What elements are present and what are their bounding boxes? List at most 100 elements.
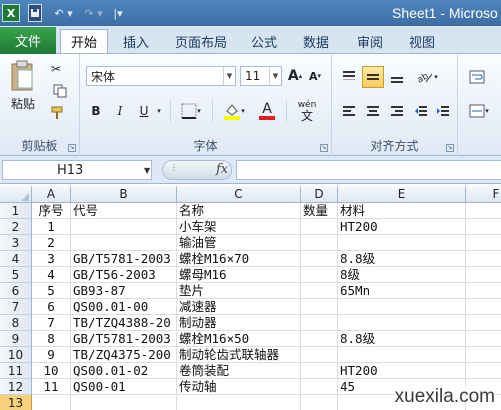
cell-c[interactable]: 卷筒装配 bbox=[177, 363, 301, 379]
orientation-icon[interactable]: ab ▾ bbox=[412, 66, 442, 88]
underline-button[interactable]: U bbox=[134, 100, 154, 122]
cell-f[interactable] bbox=[466, 363, 501, 379]
borders-icon[interactable]: ▾ bbox=[176, 100, 206, 122]
row-header[interactable]: 4 bbox=[0, 251, 32, 267]
cell-d[interactable] bbox=[301, 331, 338, 347]
cell-c[interactable]: 减速器 bbox=[177, 299, 301, 315]
cell-a[interactable]: 序号 bbox=[32, 203, 71, 219]
cell-b[interactable] bbox=[71, 395, 177, 410]
cell-b[interactable] bbox=[71, 219, 177, 235]
grow-font-icon[interactable]: A ▴ bbox=[286, 66, 304, 86]
cell-d[interactable] bbox=[301, 267, 338, 283]
merge-center-icon[interactable]: ▾ bbox=[464, 100, 494, 122]
cell-a[interactable]: 6 bbox=[32, 299, 71, 315]
select-all-button[interactable] bbox=[0, 186, 32, 203]
cell-d[interactable] bbox=[301, 363, 338, 379]
cell-a[interactable]: 5 bbox=[32, 283, 71, 299]
excel-logo-icon[interactable]: X bbox=[2, 4, 20, 22]
undo-dropdown-icon[interactable]: ▾ bbox=[66, 4, 74, 22]
font-color-icon[interactable]: A bbox=[252, 100, 282, 122]
format-painter-icon[interactable] bbox=[46, 104, 68, 122]
cell-f[interactable] bbox=[466, 299, 501, 315]
fill-color-icon[interactable]: ▾ bbox=[218, 100, 250, 122]
cell-e[interactable]: HT200 bbox=[338, 219, 466, 235]
bold-button[interactable]: B bbox=[86, 100, 106, 122]
italic-button[interactable]: I bbox=[110, 100, 130, 122]
cell-d[interactable]: 数量 bbox=[301, 203, 338, 219]
cell-b[interactable]: GB/T5781-2003 bbox=[71, 331, 177, 347]
cell-d[interactable] bbox=[301, 347, 338, 363]
clipboard-launcher-icon[interactable]: ↘ bbox=[68, 144, 76, 152]
cell-d[interactable] bbox=[301, 379, 338, 395]
row-header[interactable]: 7 bbox=[0, 299, 32, 315]
tab-file[interactable]: 文件 bbox=[0, 27, 56, 54]
paste-icon[interactable] bbox=[6, 58, 40, 94]
cell-f[interactable] bbox=[466, 251, 501, 267]
cell-a[interactable]: 7 bbox=[32, 315, 71, 331]
increase-indent-icon[interactable] bbox=[432, 100, 454, 122]
row-header[interactable]: 6 bbox=[0, 283, 32, 299]
cell-a[interactable]: 10 bbox=[32, 363, 71, 379]
align-left-icon[interactable] bbox=[338, 100, 360, 122]
tab-home[interactable]: 开始 bbox=[60, 29, 108, 53]
worksheet-grid[interactable]: A B C D E F 1 序号 代号 名称 数量 材料 2 1 小车架 HT200 3 2 输油管 4 3… bbox=[0, 186, 501, 410]
font-launcher-icon[interactable]: ↘ bbox=[320, 144, 328, 152]
cell-f[interactable] bbox=[466, 331, 501, 347]
cell-b[interactable]: QS00.01-02 bbox=[71, 363, 177, 379]
cell-b[interactable]: GB93-87 bbox=[71, 283, 177, 299]
paste-button[interactable]: 粘贴 bbox=[4, 94, 42, 112]
cell-f[interactable] bbox=[466, 347, 501, 363]
cell-b[interactable]: GB/T56-2003 bbox=[71, 267, 177, 283]
align-middle-icon[interactable] bbox=[362, 66, 384, 88]
row-header[interactable]: 9 bbox=[0, 331, 32, 347]
wrap-text-icon[interactable] bbox=[464, 66, 490, 88]
align-center-icon[interactable] bbox=[362, 100, 384, 122]
cell-c[interactable]: 螺母M16 bbox=[177, 267, 301, 283]
cell-b[interactable]: QS00-01 bbox=[71, 379, 177, 395]
cell-b[interactable]: TB/ZQ4375-200 bbox=[71, 347, 177, 363]
underline-dropdown-icon[interactable]: ▾ bbox=[154, 100, 164, 122]
cell-c[interactable]: 制动轮齿式联轴器 bbox=[177, 347, 301, 363]
tab-review[interactable]: 审阅 bbox=[348, 29, 392, 53]
name-box[interactable]: H13 bbox=[2, 160, 152, 180]
cell-c[interactable]: 小车架 bbox=[177, 219, 301, 235]
chevron-down-icon[interactable]: ▼ bbox=[144, 166, 150, 175]
column-header-a[interactable]: A bbox=[32, 186, 71, 203]
cell-b[interactable]: 代号 bbox=[71, 203, 177, 219]
tab-data[interactable]: 数据 bbox=[294, 29, 338, 53]
cell-f[interactable] bbox=[466, 315, 501, 331]
tab-view[interactable]: 视图 bbox=[400, 29, 444, 53]
cell-f[interactable] bbox=[466, 283, 501, 299]
cell-f[interactable] bbox=[466, 219, 501, 235]
cell-f[interactable] bbox=[466, 267, 501, 283]
cell-e[interactable]: HT200 bbox=[338, 363, 466, 379]
cell-e[interactable]: 65Mn bbox=[338, 283, 466, 299]
cell-c[interactable]: 名称 bbox=[177, 203, 301, 219]
redo-icon[interactable]: ↷ bbox=[82, 4, 96, 22]
tab-page-layout[interactable]: 页面布局 bbox=[168, 29, 234, 53]
cell-c[interactable]: 制动器 bbox=[177, 315, 301, 331]
insert-function-button[interactable]: fx bbox=[216, 162, 228, 177]
cell-e[interactable] bbox=[338, 299, 466, 315]
cell-d[interactable] bbox=[301, 219, 338, 235]
align-top-icon[interactable] bbox=[338, 66, 360, 88]
row-header[interactable]: 12 bbox=[0, 379, 32, 395]
cell-b[interactable]: QS00.01-00 bbox=[71, 299, 177, 315]
cell-e[interactable]: 8.8级 bbox=[338, 331, 466, 347]
redo-dropdown-icon[interactable]: ▾ bbox=[96, 4, 104, 22]
cell-d[interactable] bbox=[301, 315, 338, 331]
column-header-e[interactable]: E bbox=[338, 186, 466, 203]
tab-insert[interactable]: 插入 bbox=[114, 29, 158, 53]
row-header[interactable]: 13 bbox=[0, 395, 32, 410]
decrease-indent-icon[interactable] bbox=[410, 100, 432, 122]
row-header[interactable]: 2 bbox=[0, 219, 32, 235]
cell-a[interactable]: 4 bbox=[32, 267, 71, 283]
cell-e[interactable]: 材料 bbox=[338, 203, 466, 219]
cell-b[interactable]: GB/T5781-2003 bbox=[71, 251, 177, 267]
cut-icon[interactable]: ✂ bbox=[46, 60, 66, 78]
column-header-d[interactable]: D bbox=[301, 186, 338, 203]
cell-b[interactable]: TB/TZQ4388-20 bbox=[71, 315, 177, 331]
cell-a[interactable]: 9 bbox=[32, 347, 71, 363]
align-bottom-icon[interactable] bbox=[386, 66, 408, 88]
cell-d[interactable] bbox=[301, 235, 338, 251]
